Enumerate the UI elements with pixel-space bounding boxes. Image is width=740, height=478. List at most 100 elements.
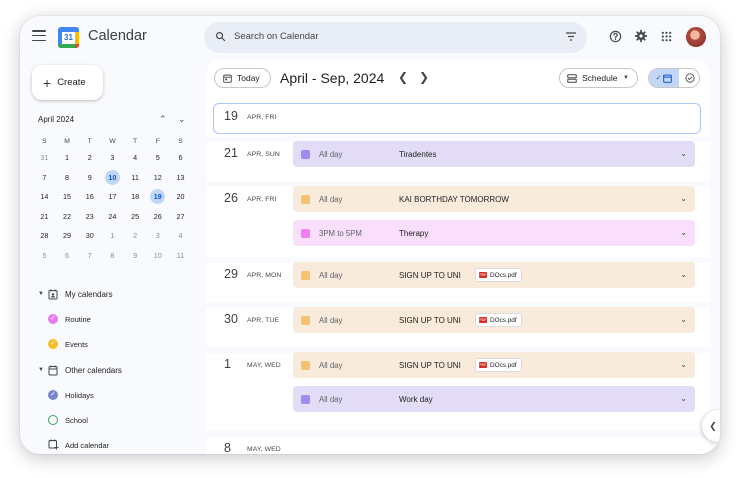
mini-next-month-chevron-icon[interactable]: ⌄: [178, 114, 186, 125]
calendar-view-toggle[interactable]: ✓: [649, 69, 679, 87]
my-calendars-section[interactable]: ▼ My calendars: [20, 284, 200, 306]
mini-calendar-day[interactable]: 29: [56, 228, 79, 248]
event-chip[interactable]: All day KAI BORTHDAY TOMORROW ⌄: [293, 186, 695, 212]
calendar-item-school[interactable]: School: [20, 410, 200, 432]
expand-chevron-icon[interactable]: ⌄: [680, 270, 687, 279]
today-button[interactable]: Today: [214, 68, 271, 88]
calendar-item-routine[interactable]: ✓ Routine: [20, 309, 200, 331]
view-label: Schedule: [582, 73, 618, 83]
event-chip[interactable]: All day Work day ⌄: [293, 386, 695, 412]
mini-calendar-day[interactable]: 5: [146, 150, 169, 170]
mini-calendar-day[interactable]: 7: [33, 170, 56, 190]
expand-chevron-icon[interactable]: ⌄: [680, 149, 687, 158]
day-number: 6: [65, 250, 70, 260]
attachment-chip[interactable]: PDF DOcs.pdf: [475, 313, 522, 327]
mini-calendar-day[interactable]: 31: [33, 150, 56, 170]
mini-calendar-day[interactable]: 16: [78, 189, 101, 209]
search-bar[interactable]: Search on Calendar: [204, 22, 587, 53]
mini-calendar-day[interactable]: 4: [169, 228, 192, 248]
day-number[interactable]: 30: [224, 312, 238, 326]
mini-calendar-day[interactable]: 5: [33, 248, 56, 268]
expand-chevron-icon[interactable]: ⌄: [680, 194, 687, 203]
mini-calendar-day[interactable]: 11: [124, 170, 147, 190]
day-number[interactable]: 1: [224, 357, 231, 371]
mini-calendar-day[interactable]: 11: [169, 248, 192, 268]
mini-calendar-day[interactable]: 14: [33, 189, 56, 209]
mini-calendar-day[interactable]: 22: [56, 209, 79, 229]
holidays-checkbox[interactable]: ✓: [48, 390, 58, 400]
mini-calendar-day[interactable]: 12: [146, 170, 169, 190]
other-calendars-section[interactable]: ▼ Other calendars: [20, 360, 200, 382]
event-chip[interactable]: All day SIGN UP TO UNI PDF DOcs.pdf ⌄: [293, 262, 695, 288]
day-number[interactable]: 29: [224, 267, 238, 281]
mini-calendar-day[interactable]: 1: [101, 228, 124, 248]
help-icon[interactable]: [609, 30, 622, 43]
mini-calendar-day[interactable]: 27: [169, 209, 192, 229]
add-calendar-item[interactable]: Add calendar: [20, 435, 200, 454]
mini-calendar-day[interactable]: 10: [146, 248, 169, 268]
mini-calendar-day[interactable]: 8: [101, 248, 124, 268]
mini-calendar-day[interactable]: 7: [78, 248, 101, 268]
apps-grid-icon[interactable]: [661, 31, 672, 42]
calendar-item-holidays[interactable]: ✓ Holidays: [20, 385, 200, 407]
day-number[interactable]: 19: [224, 109, 238, 123]
mini-calendar-day[interactable]: 28: [33, 228, 56, 248]
day-number[interactable]: 21: [224, 146, 238, 160]
settings-gear-icon[interactable]: [634, 29, 648, 43]
event-chip[interactable]: All day Tiradentes ⌄: [293, 141, 695, 167]
mini-calendar-day[interactable]: 6: [169, 150, 192, 170]
main-menu-icon[interactable]: [32, 30, 46, 42]
next-period-chevron-icon[interactable]: ❯: [419, 70, 429, 84]
search-input[interactable]: Search on Calendar: [234, 31, 319, 42]
expand-chevron-icon[interactable]: ⌄: [680, 360, 687, 369]
mini-calendar-day[interactable]: 19: [146, 189, 169, 209]
mini-calendar-day[interactable]: 1: [56, 150, 79, 170]
mini-calendar-day[interactable]: 18: [124, 189, 147, 209]
mini-calendar-day[interactable]: 10: [101, 169, 124, 190]
create-button[interactable]: + Create: [32, 65, 103, 100]
day-number: 17: [108, 192, 117, 201]
filter-icon[interactable]: [565, 31, 577, 42]
tasks-view-toggle[interactable]: [679, 69, 699, 87]
mini-calendar-day[interactable]: 17: [101, 189, 124, 209]
school-checkbox[interactable]: [48, 415, 58, 425]
mini-calendar-day[interactable]: 25: [124, 209, 147, 229]
day-label: MAY, WED: [247, 446, 281, 453]
event-chip[interactable]: All day SIGN UP TO UNI PDF DOcs.pdf ⌄: [293, 307, 695, 333]
day-number[interactable]: 8: [224, 441, 231, 454]
attachment-chip[interactable]: PDF DOcs.pdf: [475, 358, 522, 372]
mini-calendar-day[interactable]: 6: [56, 248, 79, 268]
mini-calendar-day[interactable]: 15: [56, 189, 79, 209]
mini-prev-month-chevron-icon[interactable]: ⌃: [159, 114, 167, 125]
mini-calendar-day[interactable]: 26: [146, 209, 169, 229]
mini-calendar-day[interactable]: 24: [101, 209, 124, 229]
mini-calendar-day[interactable]: 9: [78, 170, 101, 190]
previous-period-chevron-icon[interactable]: ❮: [398, 70, 408, 84]
expand-chevron-icon[interactable]: ⌄: [680, 228, 687, 237]
mini-calendar-day[interactable]: 3: [146, 228, 169, 248]
calendar-item-events[interactable]: ✓ Events: [20, 334, 200, 356]
mini-calendar-day[interactable]: 2: [78, 150, 101, 170]
routine-checkbox[interactable]: ✓: [48, 314, 58, 324]
mini-calendar-day[interactable]: 3: [101, 150, 124, 170]
mini-calendar-day[interactable]: 8: [56, 170, 79, 190]
events-checkbox[interactable]: ✓: [48, 339, 58, 349]
attachment-chip[interactable]: PDF DOcs.pdf: [475, 268, 522, 282]
day-number: 8: [110, 250, 115, 260]
day-number[interactable]: 26: [224, 191, 238, 205]
my-calendars-label: My calendars: [65, 290, 113, 299]
mini-calendar-day[interactable]: 30: [78, 228, 101, 248]
mini-calendar-day[interactable]: 2: [124, 228, 147, 248]
event-chip[interactable]: All day SIGN UP TO UNI PDF DOcs.pdf ⌄: [293, 352, 695, 378]
event-chip[interactable]: 3PM to 5PM Therapy ⌄: [293, 220, 695, 246]
mini-calendar-day[interactable]: 21: [33, 209, 56, 229]
view-selector[interactable]: Schedule ▼: [559, 68, 638, 88]
mini-calendar-day[interactable]: 13: [169, 170, 192, 190]
mini-calendar-day[interactable]: 9: [124, 248, 147, 268]
mini-calendar-day[interactable]: 20: [169, 189, 192, 209]
mini-calendar-day[interactable]: 23: [78, 209, 101, 229]
expand-chevron-icon[interactable]: ⌄: [680, 394, 687, 403]
expand-chevron-icon[interactable]: ⌄: [680, 315, 687, 324]
user-avatar[interactable]: [686, 27, 706, 47]
mini-calendar-day[interactable]: 4: [124, 150, 147, 170]
